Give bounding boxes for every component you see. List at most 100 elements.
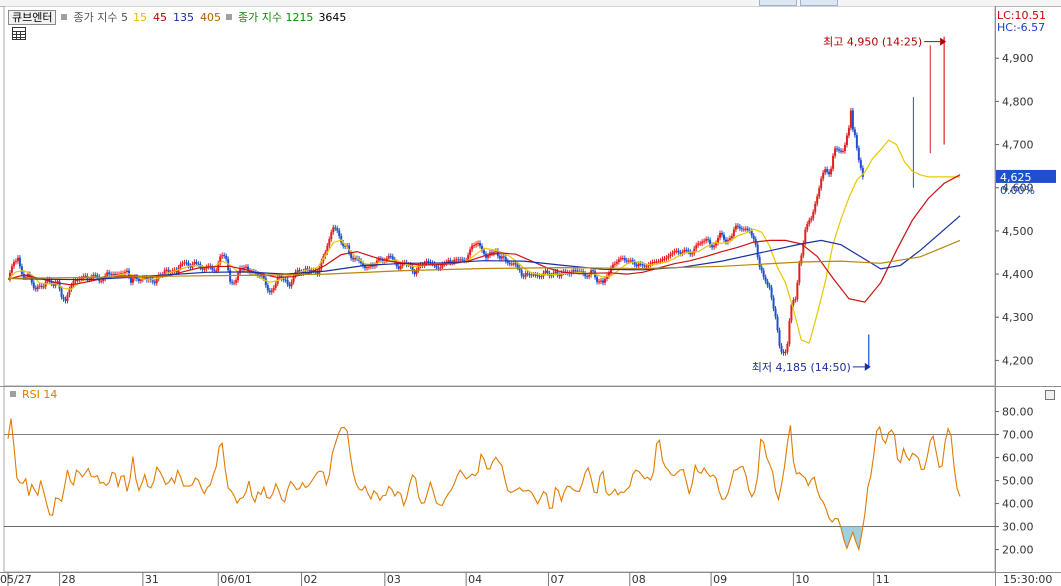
price-candle [792, 299, 795, 305]
price-candle [824, 169, 827, 173]
price-candle [740, 228, 743, 230]
price-candle [330, 232, 333, 240]
current-change-label: 0.00% [1000, 184, 1035, 197]
price-candle [808, 220, 811, 224]
price-candle [131, 278, 134, 283]
price-candle [112, 274, 115, 276]
price-candle [526, 273, 529, 275]
low-annotation: 최저 4,185 (14:50) [752, 361, 851, 374]
legend-square-icon [225, 14, 232, 20]
x-tick-label: 10 [795, 573, 809, 586]
price-candle [836, 148, 839, 150]
price-candle [623, 258, 626, 261]
price-candle [532, 274, 535, 276]
price-candle [332, 227, 335, 233]
price-candle [721, 233, 723, 235]
price-candle [62, 296, 65, 300]
price-candle [752, 235, 755, 240]
price-candle [288, 284, 291, 287]
stock-chart[interactable]: 4,2004,3004,4004,5004,6004,7004,8004,900… [0, 6, 1061, 586]
price-candle [849, 110, 852, 128]
price-candle [10, 266, 13, 273]
price-candle [165, 269, 168, 271]
price-candle [613, 263, 616, 265]
price-candle [661, 258, 664, 261]
price-candle [439, 267, 442, 269]
rsi-tick-label: 50.00 [1002, 475, 1034, 488]
price-candle [758, 257, 761, 268]
price-candle [558, 274, 561, 277]
legend-ma-135: 135 [172, 10, 194, 24]
price-candle [473, 245, 476, 247]
rsi-tick-label: 30.00 [1002, 521, 1034, 534]
price-candle [459, 259, 462, 261]
rsi-tick-label: 80.00 [1002, 406, 1034, 419]
price-candle [586, 276, 589, 278]
price-candle [643, 265, 646, 267]
price-candle [352, 258, 355, 260]
price-candle [832, 155, 835, 169]
price-candle [427, 261, 430, 263]
price-candle [611, 264, 614, 269]
price-candle [772, 297, 775, 309]
price-candle [734, 225, 737, 230]
price-candle [74, 280, 77, 282]
price-candle [645, 266, 648, 268]
price-candle [447, 260, 450, 262]
table-grid-icon[interactable] [12, 27, 26, 40]
price-candle [554, 271, 557, 273]
price-tick-label: 4,200 [1002, 354, 1034, 367]
price-candle [153, 281, 156, 284]
price-candle [365, 267, 368, 269]
price-candle [296, 270, 299, 272]
price-candle [213, 269, 216, 271]
x-tick-label: 07 [550, 573, 564, 586]
price-candle [60, 288, 63, 297]
price-candle [455, 259, 458, 261]
price-candle [784, 351, 787, 354]
price-candle [637, 263, 640, 267]
price-candle [806, 223, 809, 230]
price-candle [233, 282, 236, 284]
price-candle [830, 168, 833, 175]
price-candle [498, 255, 501, 259]
price-candle [671, 252, 674, 255]
price-candle [540, 276, 543, 278]
price-candle [592, 270, 595, 272]
price-candle [399, 265, 402, 269]
price-tick-label: 4,500 [1002, 225, 1034, 238]
rsi-label: RSI 14 [22, 388, 58, 401]
price-candle [665, 257, 668, 259]
price-candle [237, 273, 240, 281]
symbol-tag[interactable]: 큐브엔터 [8, 9, 57, 25]
rsi-settings-button[interactable] [1045, 390, 1055, 400]
price-candle [627, 260, 630, 262]
price-candle [693, 248, 696, 254]
price-candle [508, 262, 511, 264]
price-candle [211, 267, 214, 270]
price-candle [510, 263, 513, 265]
price-candle [282, 278, 285, 280]
price-candle [500, 256, 503, 259]
price-candle [469, 249, 472, 256]
price-candle [798, 263, 801, 283]
price-candle [675, 250, 678, 252]
legend-close-label: 종가 지수 5 [73, 11, 128, 24]
current-price-label: 4,625 [1000, 171, 1032, 184]
legend-close-label-2: 종가 지수 1215 [237, 11, 314, 24]
price-candle [512, 263, 515, 265]
price-candle [471, 245, 474, 250]
price-candle [475, 243, 478, 246]
price-candle [270, 290, 273, 293]
price-candle [841, 151, 844, 153]
price-candle [857, 148, 860, 161]
price-candle [744, 228, 747, 230]
price-candle [516, 264, 519, 268]
price-candle [235, 280, 238, 283]
price-candle [855, 135, 858, 149]
chart-area[interactable]: 4,200 4,300 4,400 4,500 4,600 4,700 4,800 4,900… [0, 6, 1061, 586]
price-candle [683, 249, 686, 253]
price-candle [544, 270, 547, 273]
price-candle [651, 261, 654, 264]
price-candle [847, 127, 850, 136]
